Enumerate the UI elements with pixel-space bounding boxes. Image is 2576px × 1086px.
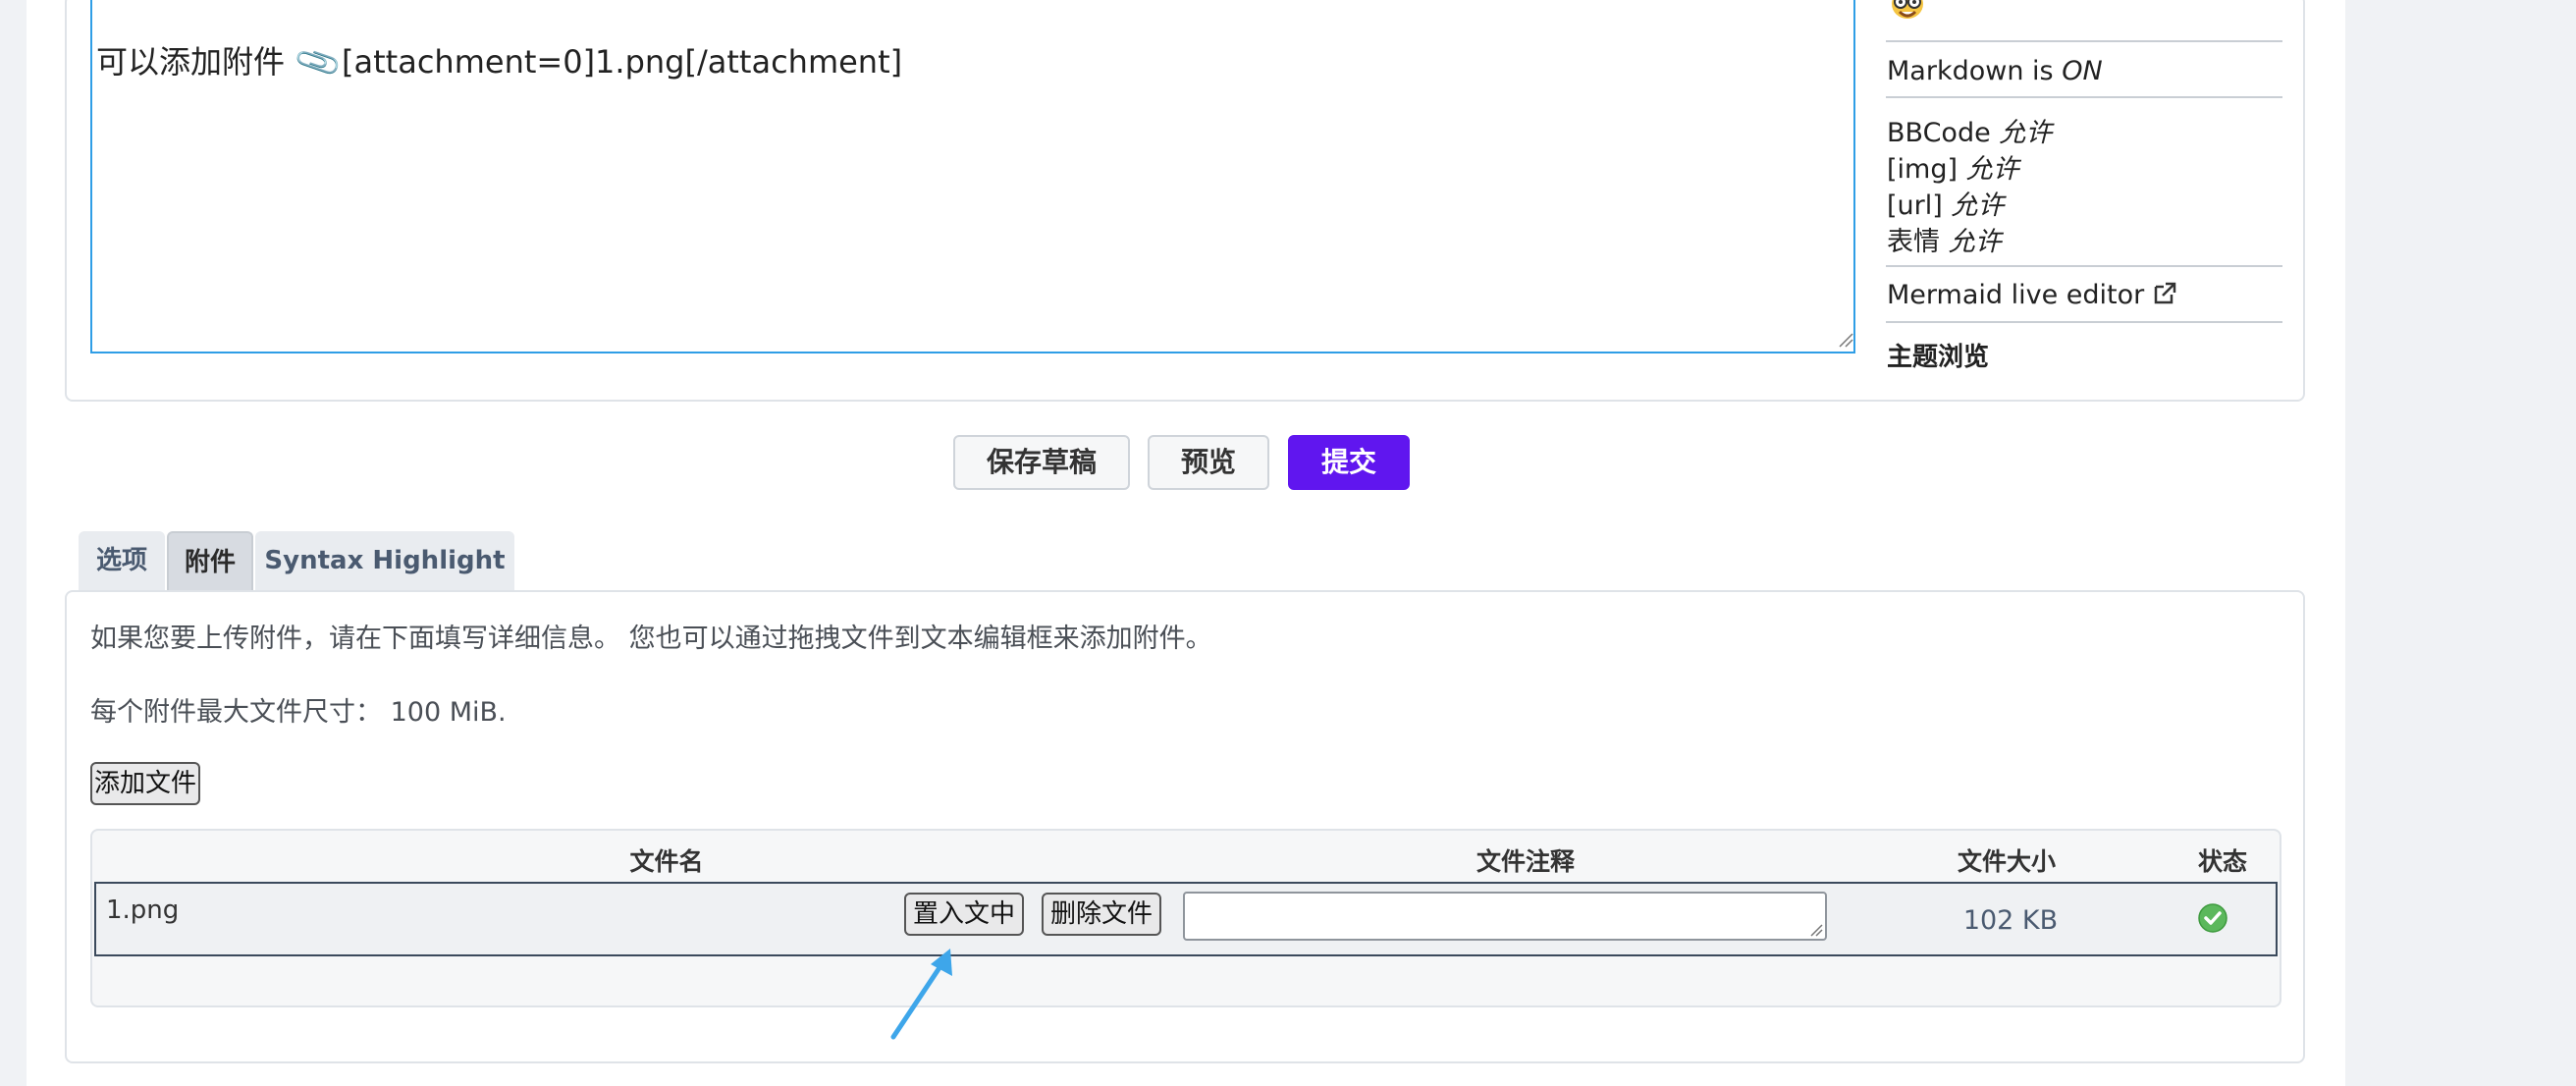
topic-review-link[interactable]: 主题浏览 — [1887, 337, 1989, 373]
tab-syntax-highlight[interactable]: Syntax Highlight — [255, 531, 514, 590]
url-status: [url] 允许 — [1887, 190, 2005, 221]
attachment-filename: 1.png — [106, 896, 180, 925]
editor-content[interactable]: 可以添加附件 📎[attachment=0]1.png[/attachment] — [96, 36, 902, 88]
table-row: 1.png 置入文中 删除文件 102 KB — [94, 882, 2278, 956]
tab-options[interactable]: 选项 — [79, 531, 165, 590]
max-file-size: 每个附件最大文件尺寸： 100 MiB. — [90, 697, 507, 728]
bbcode-status: BBCode 允许 — [1887, 118, 2053, 148]
nerd-face-icon — [1892, 0, 1923, 19]
sidebar-divider — [1886, 321, 2282, 323]
add-file-button[interactable]: 添加文件 — [90, 762, 200, 805]
sidebar-divider — [1886, 40, 2282, 42]
markdown-status: Markdown is ON — [1887, 56, 2103, 86]
file-comment-input[interactable] — [1183, 892, 1827, 941]
column-header-size: 文件大小 — [1957, 847, 2056, 876]
tab-attachments[interactable]: 附件 — [167, 531, 253, 590]
external-link-icon — [2155, 282, 2176, 304]
column-header-status: 状态 — [2197, 847, 2247, 876]
mermaid-editor-link[interactable]: Mermaid live editor — [1887, 280, 2177, 310]
pointer-arrow-icon — [890, 949, 952, 1040]
paperclip-icon: 📎 — [292, 35, 345, 88]
resize-grip-icon[interactable] — [1838, 332, 1853, 348]
column-header-filename: 文件名 — [629, 847, 704, 876]
column-header-comment: 文件注释 — [1476, 847, 1575, 876]
smilies-status: 表情 允许 — [1887, 227, 2002, 257]
save-draft-button[interactable]: 保存草稿 — [953, 435, 1130, 490]
check-circle-icon — [2198, 903, 2227, 933]
sidebar-divider — [1886, 96, 2282, 98]
place-inline-button[interactable]: 置入文中 — [904, 893, 1024, 936]
attachment-table: 文件名 文件注释 文件大小 状态 1.png 置入文中 删除文件 102 KB — [90, 829, 2281, 1007]
attachment-size: 102 KB — [1962, 905, 2059, 936]
attachment-instructions: 如果您要上传附件，请在下面填写详细信息。 您也可以通过拖拽文件到文本编辑框来添加… — [90, 624, 1212, 654]
img-status: [img] 允许 — [1887, 154, 2019, 185]
submit-button[interactable]: 提交 — [1288, 435, 1410, 490]
resize-grip-icon[interactable] — [1809, 923, 1823, 937]
delete-file-button[interactable]: 删除文件 — [1042, 893, 1161, 936]
preview-button[interactable]: 预览 — [1148, 435, 1269, 490]
sidebar-divider — [1886, 265, 2282, 267]
